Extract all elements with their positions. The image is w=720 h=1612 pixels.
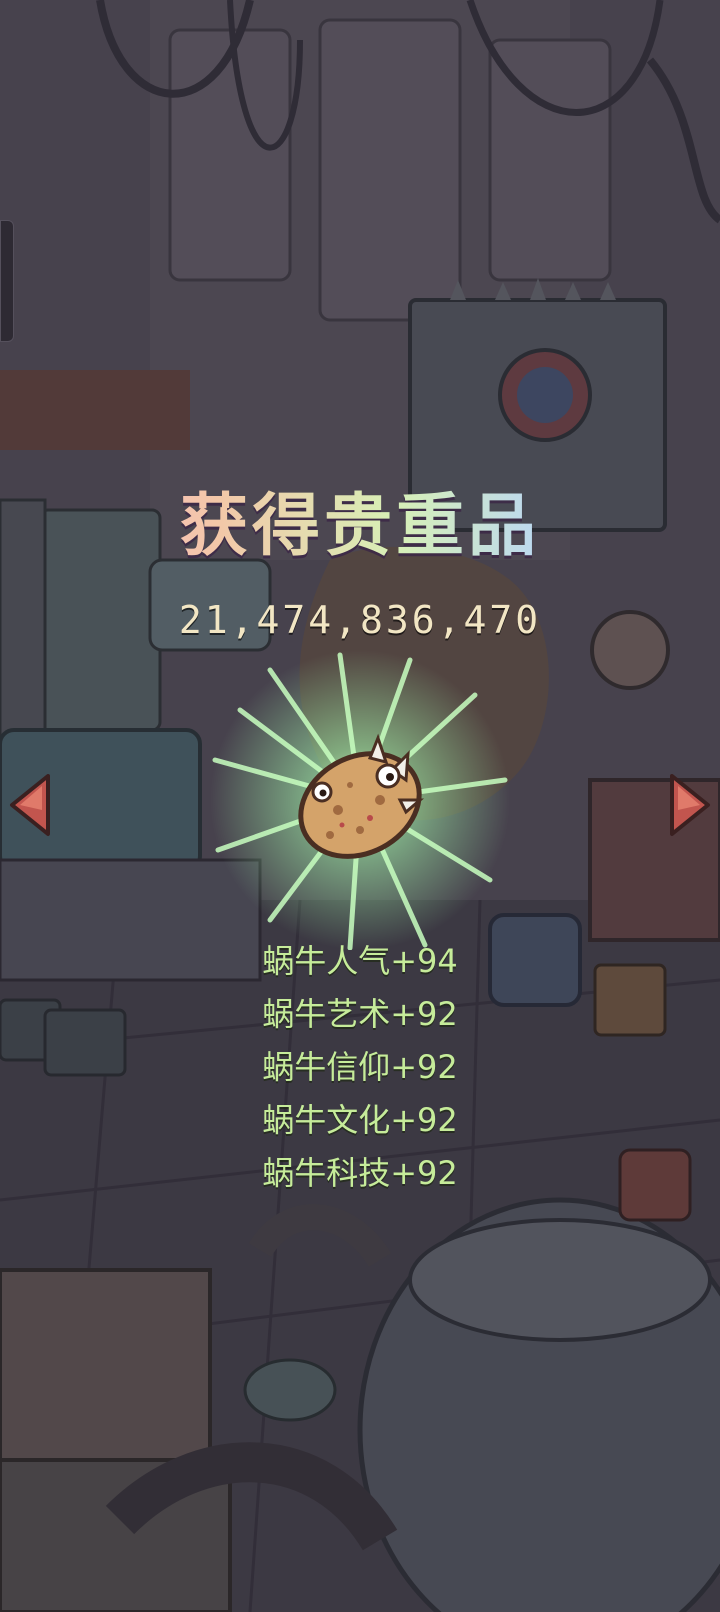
stat-popularity: 蜗牛人气+94	[262, 942, 458, 980]
triangle-left-icon[interactable]	[6, 770, 54, 840]
stat-technology: 蜗牛科技+92	[262, 1154, 458, 1192]
reward-stats-list: 蜗牛人气+94 蜗牛艺术+92 蜗牛信仰+92 蜗牛文化+92 蜗牛科技+92	[0, 935, 720, 1200]
triangle-right-icon[interactable]	[666, 770, 714, 840]
item-count: 21,474,836,470	[178, 598, 542, 642]
stat-faith: 蜗牛信仰+92	[262, 1048, 458, 1086]
reward-title: 获得贵重品	[0, 470, 720, 569]
side-tab-handle[interactable]	[0, 220, 14, 342]
stat-culture: 蜗牛文化+92	[262, 1101, 458, 1139]
stat-art: 蜗牛艺术+92	[262, 995, 458, 1033]
potato-snail-item-icon	[210, 650, 510, 950]
